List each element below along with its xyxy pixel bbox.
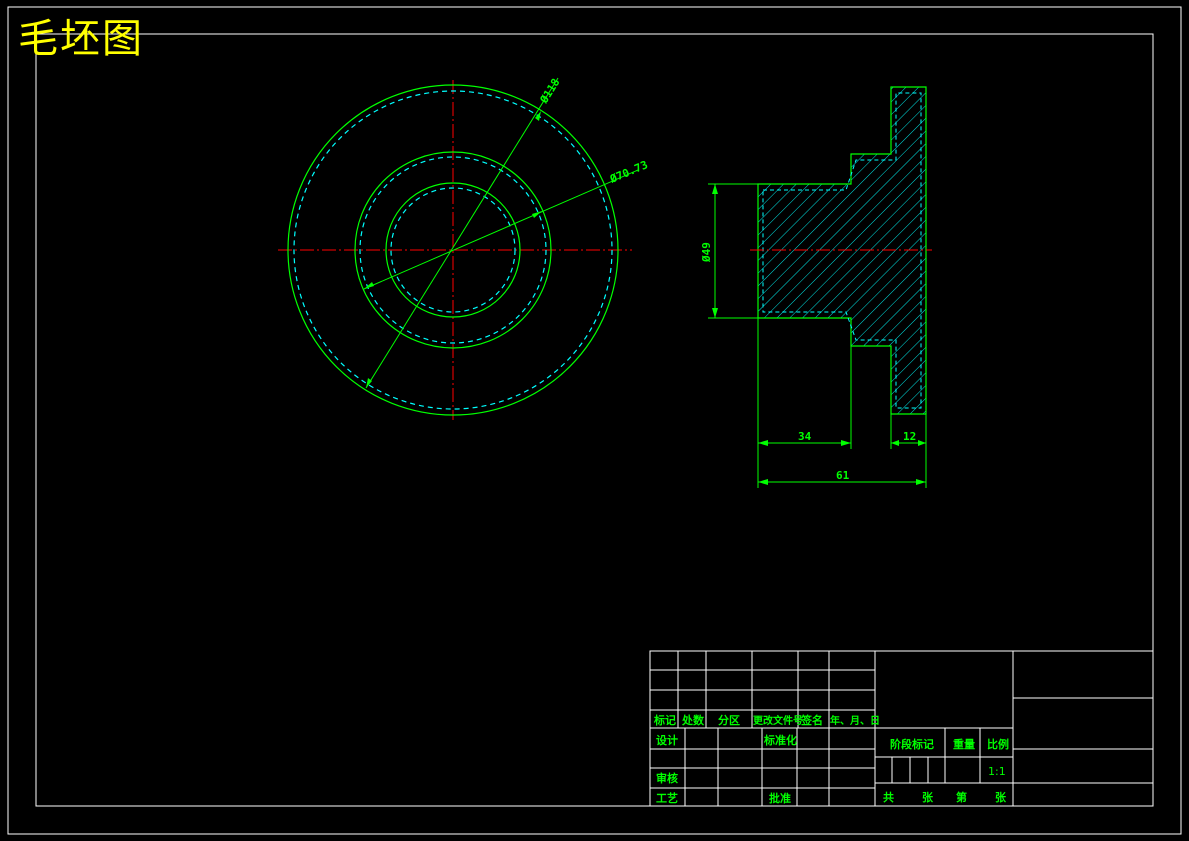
tb-scale-value: 1:1 xyxy=(988,765,1006,778)
tb-sheet-no: 第 xyxy=(956,790,967,804)
dim-61-arrow-right xyxy=(916,479,926,485)
tb-date: 年、月、日 xyxy=(830,714,880,727)
dim-61-label: 61 xyxy=(836,469,850,482)
drawing-title: 毛坯图 xyxy=(18,16,144,62)
front-view xyxy=(278,77,639,420)
dim-12-arrow-right xyxy=(918,440,926,446)
d118-label: Ø118 xyxy=(537,76,563,106)
d70-arrow-low xyxy=(364,282,374,289)
section-view xyxy=(708,86,932,488)
d49-arrow-top xyxy=(712,184,718,194)
tb-signature: 签名 xyxy=(800,713,823,727)
inner-frame xyxy=(35,33,1154,807)
tb-sheet-unit: 张 xyxy=(995,790,1007,804)
d49-label: Ø49 xyxy=(700,242,713,263)
tb-process: 工艺 xyxy=(656,791,678,805)
dim-34-arrow-left xyxy=(758,440,768,446)
tb-weight: 重量 xyxy=(953,737,975,751)
tb-count: 处数 xyxy=(681,713,705,727)
tb-sheets: 张 xyxy=(922,790,934,804)
dim-61-arrow-left xyxy=(758,479,768,485)
tb-total: 共 xyxy=(883,790,894,804)
tb-scale-label: 比例 xyxy=(987,737,1009,751)
tb-change-doc: 更改文件号 xyxy=(753,714,803,727)
d118-arrow-high xyxy=(535,111,541,121)
d49-arrow-bottom xyxy=(712,308,718,318)
tb-design: 设计 xyxy=(656,733,678,747)
dim-12-label: 12 xyxy=(903,430,916,443)
d118-dimension-line xyxy=(365,77,559,389)
d70-label: Ø70.73 xyxy=(607,158,650,186)
tb-standardize: 标准化 xyxy=(763,733,797,747)
d70-dimension-line xyxy=(363,169,639,290)
dim-34-label: 34 xyxy=(798,430,812,443)
drawing-canvas: Ø118 Ø70.73 Ø49 34 12 61 标记 处数 分区 更改文件号 … xyxy=(7,6,1182,835)
dim-34-arrow-right xyxy=(841,440,851,446)
tb-stage-mark: 阶段标记 xyxy=(890,737,934,751)
tb-mark: 标记 xyxy=(653,713,676,727)
tb-approve: 批准 xyxy=(769,791,791,805)
tb-review: 审核 xyxy=(656,771,678,785)
outer-frame xyxy=(7,6,1182,835)
dim-12-arrow-left xyxy=(891,440,899,446)
title-block-grid xyxy=(649,650,1154,807)
tb-zone: 分区 xyxy=(718,713,740,727)
